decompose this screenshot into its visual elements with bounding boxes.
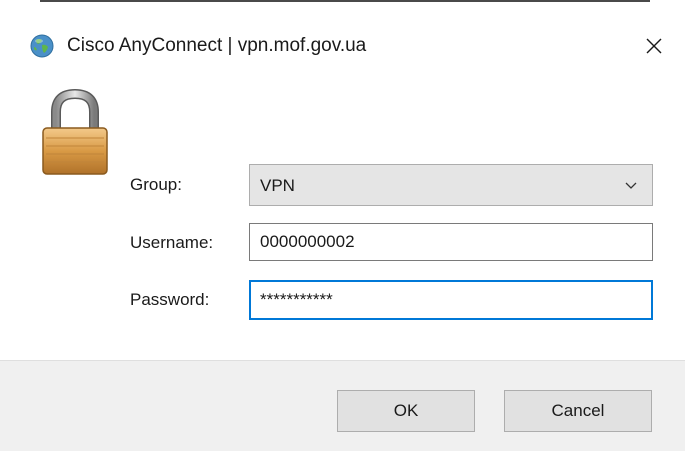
- group-select-value: VPN: [260, 176, 295, 195]
- username-label: Username:: [130, 233, 214, 252]
- title-bar: Cisco AnyConnect | vpn.mof.gov.ua: [0, 2, 685, 80]
- ok-button[interactable]: OK: [337, 390, 475, 432]
- dialog-footer: OK Cancel: [0, 361, 685, 451]
- chevron-down-icon: [625, 182, 637, 189]
- group-label: Group:: [130, 175, 182, 194]
- password-label: Password:: [130, 290, 210, 309]
- vpn-login-dialog: Cisco AnyConnect | vpn.mof.gov.ua Group:…: [0, 0, 685, 451]
- username-input[interactable]: [249, 223, 653, 261]
- window-title: Cisco AnyConnect | vpn.mof.gov.ua: [67, 35, 367, 56]
- close-icon: [646, 38, 662, 54]
- group-select[interactable]: VPN: [249, 164, 653, 206]
- cisco-anyconnect-globe-icon: [30, 34, 54, 58]
- cancel-button[interactable]: Cancel: [504, 390, 652, 432]
- close-button[interactable]: [636, 28, 672, 64]
- padlock-icon: [42, 88, 108, 175]
- password-input[interactable]: [249, 280, 653, 320]
